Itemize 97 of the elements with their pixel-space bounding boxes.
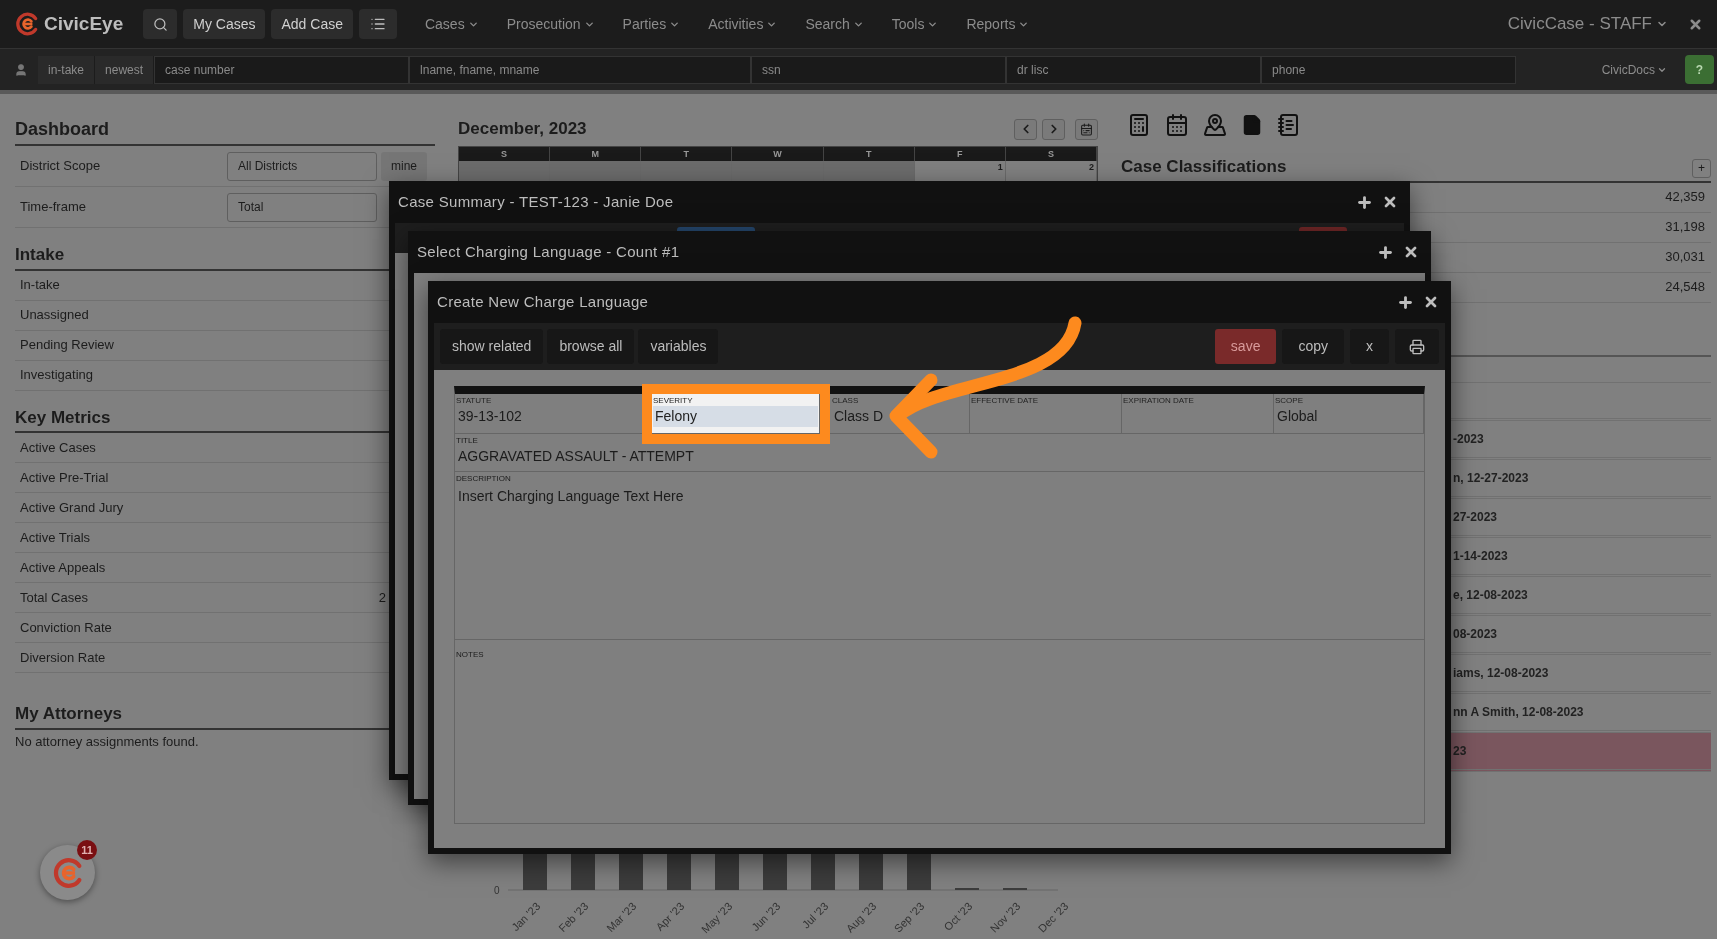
form-field[interactable]: EXPIRATION DATE [1122, 394, 1274, 433]
weekday-header: M [550, 147, 642, 161]
close-icon[interactable] [1423, 294, 1439, 310]
empty-message: No attorney assignments found. [15, 732, 200, 751]
classification-count: 30,031 [1665, 248, 1705, 267]
action-button[interactable]: x [1350, 329, 1389, 364]
quick-search-tab[interactable]: newest [95, 55, 155, 84]
window-title: Create New Charge Language [437, 291, 649, 312]
metric-label[interactable]: Pending Review [20, 335, 114, 355]
next-button[interactable] [1042, 118, 1065, 140]
metric-label[interactable]: Active Grand Jury [20, 497, 124, 518]
quick-search-tab[interactable]: in-take [38, 55, 96, 84]
nav-menu[interactable]: Tools [877, 13, 953, 35]
classification-count: 31,198 [1665, 218, 1705, 237]
weekday-header: S [1005, 147, 1097, 161]
search-field[interactable]: case number [154, 55, 410, 84]
toolbar-button[interactable]: show related [440, 329, 544, 364]
search-field[interactable]: lname, fname, mname [409, 55, 752, 84]
user-icon [14, 62, 28, 77]
metric-label[interactable]: Diversion Rate [20, 647, 106, 668]
calendar-button[interactable] [1075, 118, 1098, 140]
previous-button[interactable] [1014, 118, 1037, 140]
calendar-icon [1080, 122, 1093, 136]
classification-count: 24,548 [1665, 278, 1705, 297]
form-field[interactable]: DESCRIPTION Insert Charging Language Text Here [455, 472, 1424, 640]
search-field[interactable]: ssn [751, 55, 1007, 84]
nav-button[interactable]: Add Case [271, 9, 353, 39]
metric-label[interactable]: Active Appeals [20, 557, 106, 578]
weekday-header: F [914, 147, 1006, 161]
search-button[interactable] [143, 9, 178, 39]
calendar-title: December, 2023 [458, 118, 587, 141]
add-button[interactable]: + [1692, 158, 1711, 178]
weekday-header: T [823, 147, 915, 161]
metric-label[interactable]: Unassigned [20, 305, 89, 325]
maximize-icon[interactable] [1397, 293, 1414, 311]
logo-icon [14, 11, 40, 37]
maximize-icon[interactable] [1356, 193, 1373, 211]
form-field[interactable]: EFFECTIVE DATE [970, 394, 1122, 433]
form-field[interactable]: CLASS Class D [820, 394, 970, 433]
metric-label[interactable]: Active Cases [20, 437, 96, 458]
account-menu[interactable]: CivicCase - STAFF [1507, 11, 1668, 37]
nav-menu[interactable]: Prosecution [492, 13, 609, 35]
metric-value: 2 [378, 588, 386, 607]
nav-menu[interactable]: Search [791, 13, 878, 35]
weekday-header: W [732, 147, 824, 161]
calendar-icon[interactable] [1165, 113, 1189, 137]
toolbar-button[interactable]: variables [638, 329, 719, 364]
weekday-header: S [459, 147, 551, 161]
weekday-header: T [641, 147, 733, 161]
help-launcher-button[interactable] [40, 845, 95, 900]
metric-label[interactable]: Total Cases [20, 587, 88, 608]
brand-name[interactable]: CivicEye [44, 9, 124, 39]
nav-menu[interactable]: Cases [410, 13, 493, 35]
document-icon[interactable] [1241, 113, 1263, 137]
list-button[interactable] [358, 9, 397, 39]
dropdown-field[interactable]: All Districts [227, 151, 377, 181]
action-button[interactable]: copy [1282, 329, 1344, 364]
classification-count: 42,359 [1665, 188, 1705, 207]
printer-icon [1409, 338, 1425, 355]
metric-label[interactable]: In-take [20, 275, 60, 295]
nav-button[interactable]: My Cases [183, 9, 266, 39]
maximize-icon[interactable] [1377, 243, 1394, 261]
metric-label[interactable]: Conviction Rate [20, 617, 112, 638]
toolbar-button[interactable]: browse all [547, 329, 635, 364]
nav-menu[interactable]: Reports [952, 13, 1044, 35]
dropdown-field[interactable]: Total [227, 192, 377, 222]
notebook-icon[interactable] [1277, 113, 1301, 137]
calculator-icon[interactable] [1127, 113, 1151, 137]
search-field[interactable]: dr lisc [1006, 55, 1262, 84]
search-field[interactable]: phone [1261, 55, 1517, 84]
close-icon[interactable] [1688, 16, 1703, 32]
form-field[interactable]: NOTES [455, 640, 1424, 823]
close-icon[interactable] [1382, 194, 1398, 210]
nav-menu[interactable]: Parties [608, 13, 695, 35]
window-title: Select Charging Language - Count #1 [417, 241, 680, 262]
search-icon [152, 16, 168, 32]
list-icon [369, 16, 386, 32]
metric-label[interactable]: Active Trials [20, 527, 91, 548]
section-heading: Dashboard [15, 116, 435, 146]
map-pin-icon[interactable] [1203, 113, 1227, 137]
save-button[interactable]: save [1214, 329, 1277, 364]
print-button[interactable] [1395, 329, 1439, 364]
form-field[interactable]: SEVERITY Felony [652, 394, 820, 433]
form-field[interactable]: TITLE AGGRAVATED ASSAULT - ATTEMPT [455, 434, 1424, 472]
mine-button[interactable]: mine [381, 151, 427, 181]
section-heading: Case Classifications [1121, 156, 1287, 178]
metric-label[interactable]: Investigating [20, 365, 93, 385]
filter-label: District Scope [19, 157, 102, 176]
nav-menu[interactable]: Activities [694, 13, 792, 35]
window-title: Case Summary - TEST-123 - Janie Doe [398, 191, 674, 212]
help-button[interactable]: ? [1685, 55, 1714, 84]
metric-label[interactable]: Active Pre-Trial [20, 467, 109, 488]
close-icon[interactable] [1403, 244, 1419, 260]
form-field[interactable]: SCOPE Global [1274, 394, 1424, 433]
docs-menu[interactable]: CivicDocs [1601, 60, 1667, 79]
filter-label: Time-frame [19, 198, 87, 217]
notification-badge: 11 [77, 840, 97, 860]
